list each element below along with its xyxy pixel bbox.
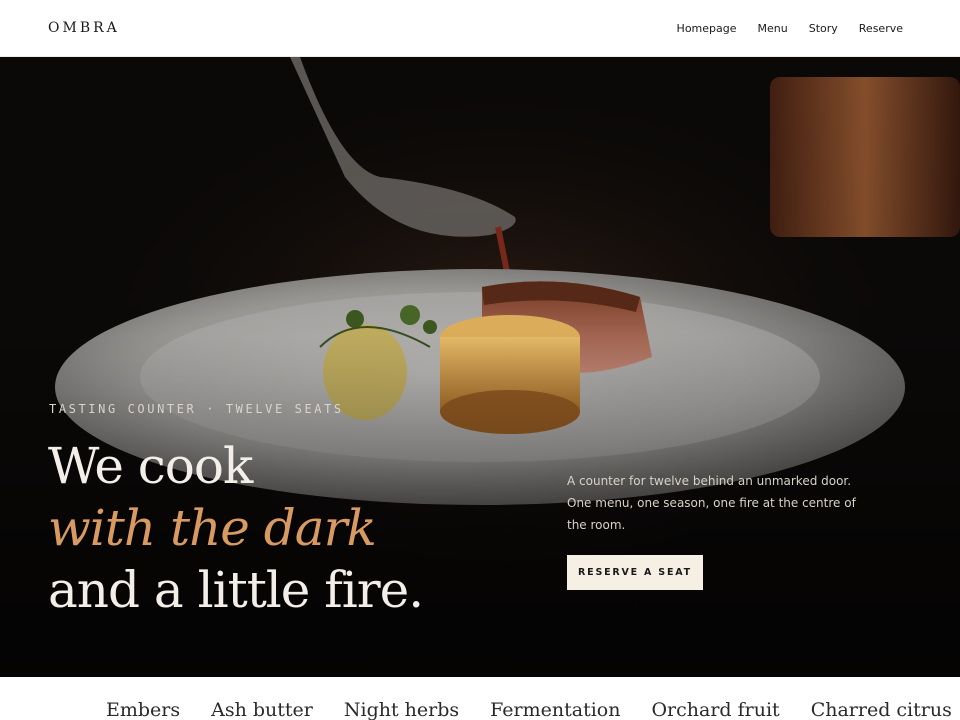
ticker-item: Fermentation [490,699,621,720]
nav-menu[interactable]: Menu [758,22,788,35]
hero-eyebrow: TASTING COUNTER · TWELVE SEATS [49,402,344,416]
hero-blurb: A counter for twelve behind an unmarked … [567,474,856,532]
reserve-seat-button[interactable]: RESERVE A SEAT [567,555,703,590]
ticker-item: Charred citrus [810,699,952,720]
hero-headline: We cook with the dark and a little fire. [48,435,424,621]
headline-line-2: with the dark [48,499,377,557]
ingredients-ticker: Embers Ash butter Night herbs Fermentati… [0,677,960,720]
ticker-item: Night herbs [343,699,460,720]
ticker-item: Orchard fruit [651,699,780,720]
headline-line-3: and a little fire. [48,561,424,619]
hero-section: TASTING COUNTER · TWELVE SEATS We cook w… [0,57,960,677]
site-logo[interactable]: OMBRA [48,20,120,36]
headline-line-1: We cook [48,437,253,495]
nav-reserve[interactable]: Reserve [859,22,903,35]
nav-homepage[interactable]: Homepage [677,22,737,35]
ticker-track: Embers Ash butter Night herbs Fermentati… [106,699,952,720]
site-header: OMBRA Homepage Menu Story Reserve [0,0,960,57]
ticker-item: Ash butter [211,699,313,720]
nav-story[interactable]: Story [809,22,838,35]
ticker-item: Embers [106,699,181,720]
main-nav: Homepage Menu Story Reserve [677,22,903,35]
